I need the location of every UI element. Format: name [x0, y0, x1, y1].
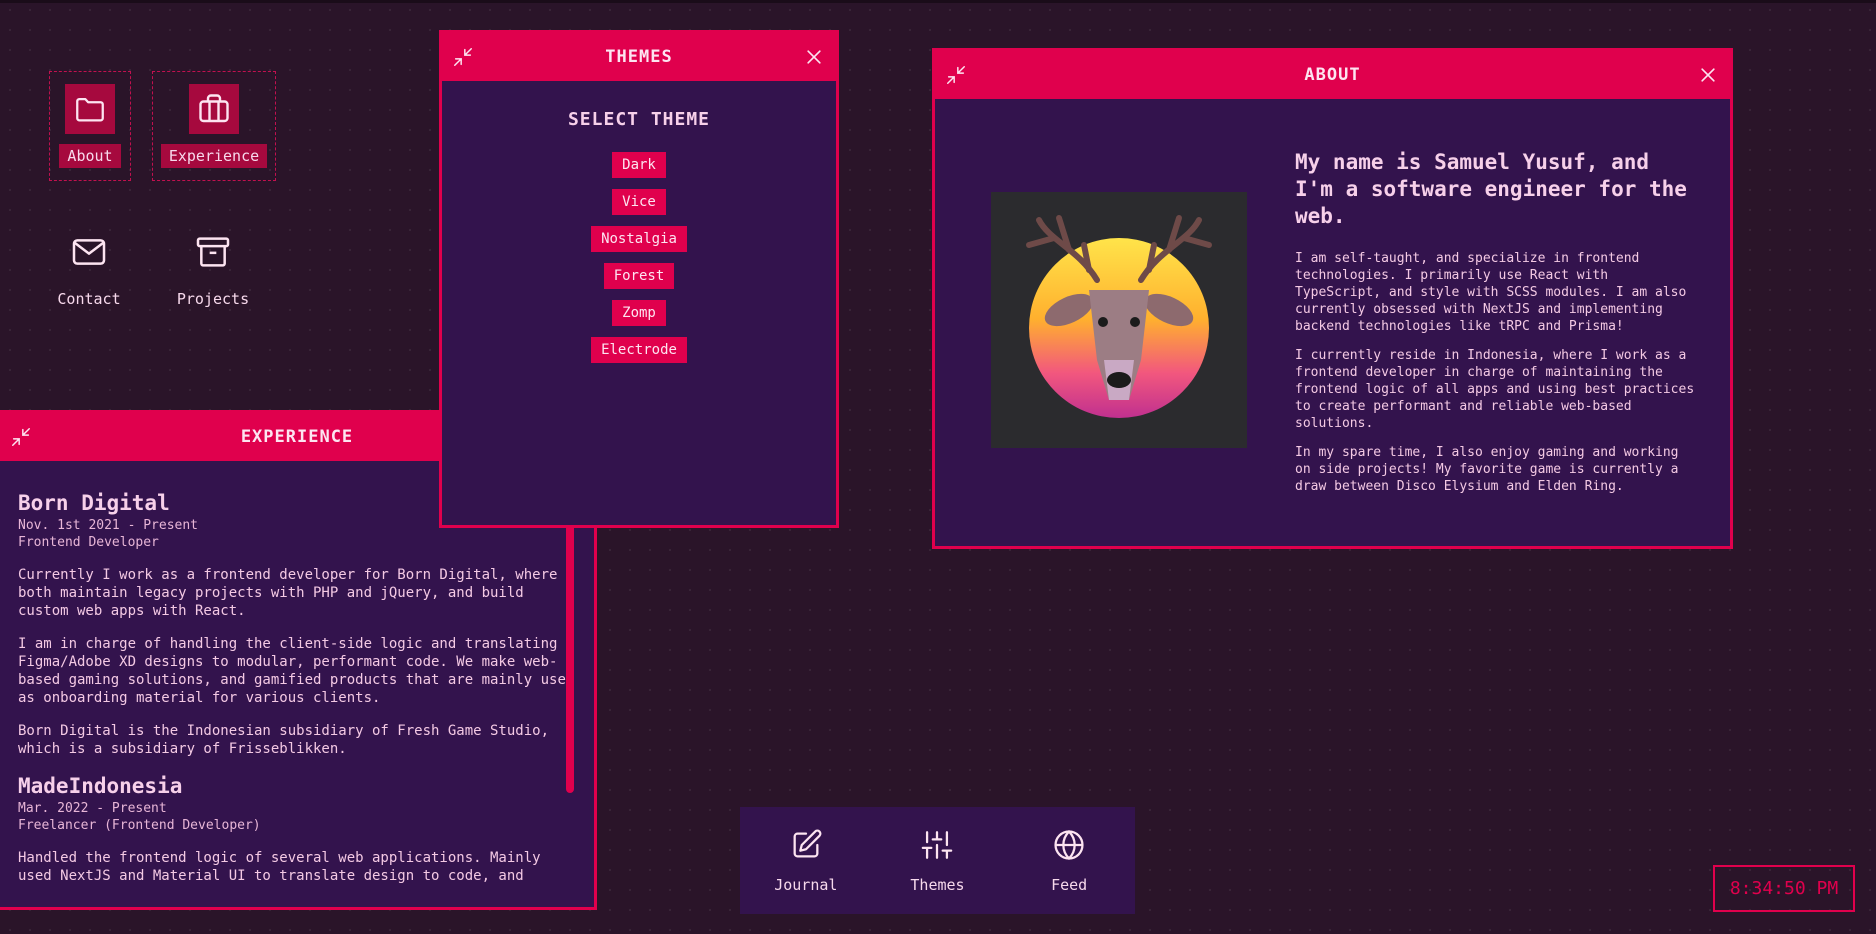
dock: Journal Themes Feed: [740, 807, 1135, 914]
theme-option-electrode[interactable]: Electrode: [591, 337, 687, 363]
briefcase-icon: [189, 84, 239, 134]
window-title: EXPERIENCE: [240, 427, 354, 447]
mail-icon: [64, 227, 114, 277]
minimize-icon[interactable]: [10, 426, 32, 448]
themes-content: SELECT THEME Dark Vice Nostalgia Forest …: [442, 81, 836, 374]
deer-portrait-image: [991, 192, 1247, 448]
minimize-icon[interactable]: [945, 64, 967, 86]
clock: 8:34:50 PM: [1713, 865, 1855, 912]
close-icon[interactable]: [1698, 65, 1718, 85]
sliders-icon: [922, 830, 953, 859]
dock-item-journal[interactable]: Journal: [751, 828, 861, 894]
about-content: My name is Samuel Yusuf, and I'm a softw…: [935, 99, 1730, 507]
experience-content[interactable]: Born Digital Nov. 1st 2021 - Present Fro…: [0, 461, 594, 911]
about-titlebar[interactable]: ABOUT: [935, 51, 1730, 99]
about-window: ABOUT My name is Samuel Yusuf, and I'm a…: [932, 48, 1733, 549]
job-company: MadeIndonesia: [18, 774, 183, 798]
dock-item-label: Feed: [1051, 875, 1088, 894]
job-role: Frontend Developer: [18, 535, 159, 550]
desktop-icon-label: About: [59, 144, 121, 168]
window-title: ABOUT: [1304, 65, 1361, 85]
about-paragraph: I currently reside in Indonesia, where I…: [1295, 348, 1695, 431]
archive-icon: [188, 227, 238, 277]
edit-icon: [793, 829, 822, 857]
about-paragraph: I am self-taught, and specialize in fron…: [1295, 251, 1687, 334]
job-paragraph: Currently I work as a frontend developer…: [18, 567, 575, 619]
desktop-icon-label: Projects: [176, 290, 250, 308]
desktop-icon-label: Contact: [57, 290, 121, 308]
theme-option-nostalgia[interactable]: Nostalgia: [591, 226, 687, 252]
desktop-icon-label: Experience: [160, 144, 268, 168]
about-paragraph: In my spare time, I also enjoy gaming an…: [1295, 445, 1679, 494]
globe-icon: [1054, 829, 1084, 860]
desktop-icon-projects[interactable]: Projects: [153, 227, 273, 311]
about-text: My name is Samuel Yusuf, and I'm a softw…: [1295, 99, 1696, 507]
theme-option-zomp[interactable]: Zomp: [612, 300, 666, 326]
job-dates: Mar. 2022 - Present: [18, 801, 167, 816]
dock-item-feed[interactable]: Feed: [1014, 828, 1124, 894]
folder-icon: [65, 84, 115, 134]
job-paragraph: Born Digital is the Indonesian subsidiar…: [18, 723, 550, 757]
themes-window: THEMES SELECT THEME Dark Vice Nostalgia …: [439, 30, 839, 528]
about-heading: My name is Samuel Yusuf, and I'm a softw…: [1295, 150, 1687, 228]
window-title: THEMES: [605, 47, 673, 67]
desktop-icon-experience[interactable]: Experience: [152, 71, 276, 181]
desktop-icon-contact[interactable]: Contact: [29, 227, 149, 311]
close-icon[interactable]: [804, 47, 824, 67]
desktop-icon-about[interactable]: About: [49, 71, 131, 181]
job-role: Freelancer (Frontend Developer): [18, 818, 261, 833]
dock-item-themes[interactable]: Themes: [882, 828, 992, 894]
select-theme-heading: SELECT THEME: [567, 109, 711, 130]
dock-item-label: Themes: [910, 875, 965, 894]
scrollbar-thumb[interactable]: [566, 501, 574, 793]
minimize-icon[interactable]: [452, 46, 474, 68]
theme-option-forest[interactable]: Forest: [603, 263, 675, 289]
theme-option-vice[interactable]: Vice: [612, 189, 666, 215]
dock-item-label: Journal: [774, 875, 838, 894]
job-paragraph: I am in charge of handling the client-si…: [18, 636, 575, 706]
themes-titlebar[interactable]: THEMES: [442, 33, 836, 81]
top-edge: [0, 0, 1876, 3]
theme-option-dark[interactable]: Dark: [612, 152, 666, 178]
job-paragraph: Handled the frontend logic of several we…: [18, 850, 541, 884]
